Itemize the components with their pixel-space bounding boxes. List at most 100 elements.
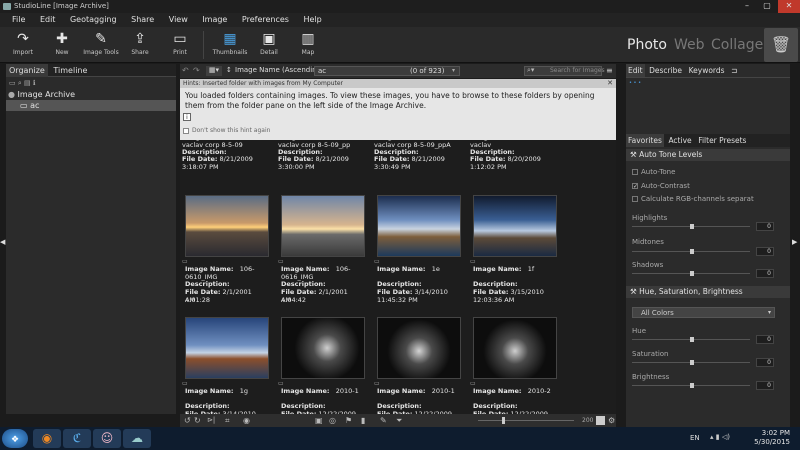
tab-edit[interactable]: Edit [626,64,645,77]
menu-image[interactable]: Image [202,13,227,27]
brightness-slider[interactable]: 0 [632,381,782,391]
menu-geotagging[interactable]: Geotagging [70,13,117,27]
slider-knob[interactable] [690,271,694,276]
auto-tone-header[interactable]: ⚒ Auto Tone Levels [626,149,790,161]
minimize-button[interactable]: – [736,0,758,13]
image-thumbnail[interactable] [185,195,269,257]
mode-tab-web[interactable]: Web [674,37,705,53]
tab-favorites[interactable]: Favorites [626,134,664,147]
flag-icon[interactable]: ⚑ [345,414,352,427]
shadows-value[interactable]: 0 [756,269,774,278]
image-thumbnail[interactable] [473,195,557,257]
firefox-taskbar-icon[interactable]: ◉ [33,429,61,448]
panel-options-icon[interactable]: ⊐ [729,64,739,77]
menu-help[interactable]: Help [304,13,322,27]
right-collapse-icon[interactable]: ▶ [792,238,797,246]
auto-contrast-checkbox[interactable]: ✓ Auto-Contrast [632,182,690,190]
highlights-value[interactable]: 0 [756,222,774,231]
close-button[interactable]: ✕ [778,0,800,13]
export-icon[interactable]: ▣ [315,414,323,427]
left-collapse-icon[interactable]: ◀ [0,238,5,246]
color-range-select[interactable]: All Colors ▾ [632,307,775,318]
import-button[interactable]: ↷ Import [3,29,43,56]
hsb-header[interactable]: ⚒ Hue, Saturation, Brightness [626,286,790,298]
menu-file[interactable]: File [12,13,25,27]
menu-view[interactable]: View [169,13,188,27]
shadows-slider[interactable]: 0 [632,269,782,279]
start-button[interactable]: ❖ [2,429,28,448]
tab-filter-presets[interactable]: Filter Presets [696,134,748,147]
target-icon[interactable]: ◎ [329,414,336,427]
hint-checkbox[interactable]: Don't show this hint again [183,127,270,134]
slider-knob[interactable] [690,249,694,254]
image-thumbnail[interactable] [281,195,365,257]
slider-knob[interactable] [690,383,694,388]
image-thumbnail[interactable] [185,317,269,379]
menu-preferences[interactable]: Preferences [242,13,289,27]
share-button[interactable]: ⇪ Share [120,29,160,56]
studioline-taskbar-icon[interactable]: ☁ [123,429,151,448]
folder-icon[interactable]: ▤ [24,79,31,87]
tray-icons[interactable]: ▴ ▮ ◁) [710,433,730,441]
settings-icon[interactable]: ⚙ [608,414,615,427]
brightness-value[interactable]: 0 [756,381,774,390]
maximize-button[interactable]: ▢ [756,0,778,13]
clock[interactable]: 3:02 PM 5/30/2015 [754,429,790,447]
browser-taskbar-icon[interactable]: ℭ [63,429,91,448]
info-icon[interactable]: ℹ [33,79,36,87]
eye-icon[interactable]: ◉ [243,414,250,427]
flip-icon[interactable]: ⊳| [207,414,215,427]
saturation-slider[interactable]: 0 [632,358,782,368]
print-button[interactable]: ▭ Print [160,29,200,56]
rotate-left-icon[interactable]: ↺ [184,414,191,427]
detail-button[interactable]: ▣ Detail [249,29,289,56]
view-options-icon[interactable]: ▦▾ [206,66,222,76]
auto-tone-checkbox[interactable]: Auto-Tone [632,168,675,176]
menu-edit[interactable]: Edit [40,13,56,27]
forward-icon[interactable]: ↷ [193,66,200,75]
crop-icon[interactable]: ⌗ [225,414,230,427]
thumbnails-button[interactable]: ▦ Thumbnails [210,29,250,56]
highlights-slider[interactable]: 0 [632,222,782,232]
hue-slider[interactable]: 0 [632,335,782,345]
image-thumbnail[interactable] [377,195,461,257]
menu-icon[interactable]: ≡ [606,66,613,75]
close-icon[interactable]: ✕ [607,79,613,88]
image-thumbnail[interactable] [281,317,365,379]
mode-tab-collage[interactable]: Collage [711,37,763,53]
slider-knob[interactable] [690,224,694,229]
color-label-icon[interactable]: ▮ [361,414,365,427]
new-button[interactable]: ✚ New [42,29,82,56]
image-thumbnail[interactable] [473,317,557,379]
new-folder-icon[interactable]: ▭ [9,79,16,87]
tree-item-image-archive[interactable]: ● Image Archive [6,89,176,100]
fit-button[interactable] [596,416,605,425]
tree-item-ac[interactable]: ▭ ac [6,100,176,111]
info-icon[interactable]: i [183,113,191,121]
image-tools-button[interactable]: ✎ Image Tools [81,29,121,56]
menu-share[interactable]: Share [131,13,154,27]
map-button[interactable]: ▥ Map [288,29,328,56]
rotate-right-icon[interactable]: ↻ [194,414,201,427]
saturation-value[interactable]: 0 [756,358,774,367]
slider-knob[interactable] [690,337,694,342]
edit-icon[interactable]: ✎ [380,414,387,427]
tab-keywords[interactable]: Keywords [687,64,727,77]
trash-button[interactable]: 🗑 [764,28,798,62]
midtones-value[interactable]: 0 [756,247,774,256]
mode-tab-photo[interactable]: Photo [627,37,667,53]
tab-organize[interactable]: Organize [6,64,48,77]
sort-selector[interactable]: Image Name (Ascending) [235,66,324,74]
back-icon[interactable]: ↶ [182,66,189,75]
rgb-channels-checkbox[interactable]: Calculate RGB-channels separat [632,195,754,203]
zoom-slider-knob[interactable] [502,417,505,424]
language-indicator[interactable]: EN [690,434,700,442]
slider-knob[interactable] [690,360,694,365]
photo-app-taskbar-icon[interactable]: ☺ [93,429,121,448]
midtones-slider[interactable]: 0 [632,247,782,257]
zoom-slider[interactable] [478,420,574,421]
search-folder-icon[interactable]: ⌕ [18,79,22,87]
tab-describe[interactable]: Describe [647,64,684,77]
hue-value[interactable]: 0 [756,335,774,344]
filter-icon[interactable]: ⏷ [396,414,402,427]
